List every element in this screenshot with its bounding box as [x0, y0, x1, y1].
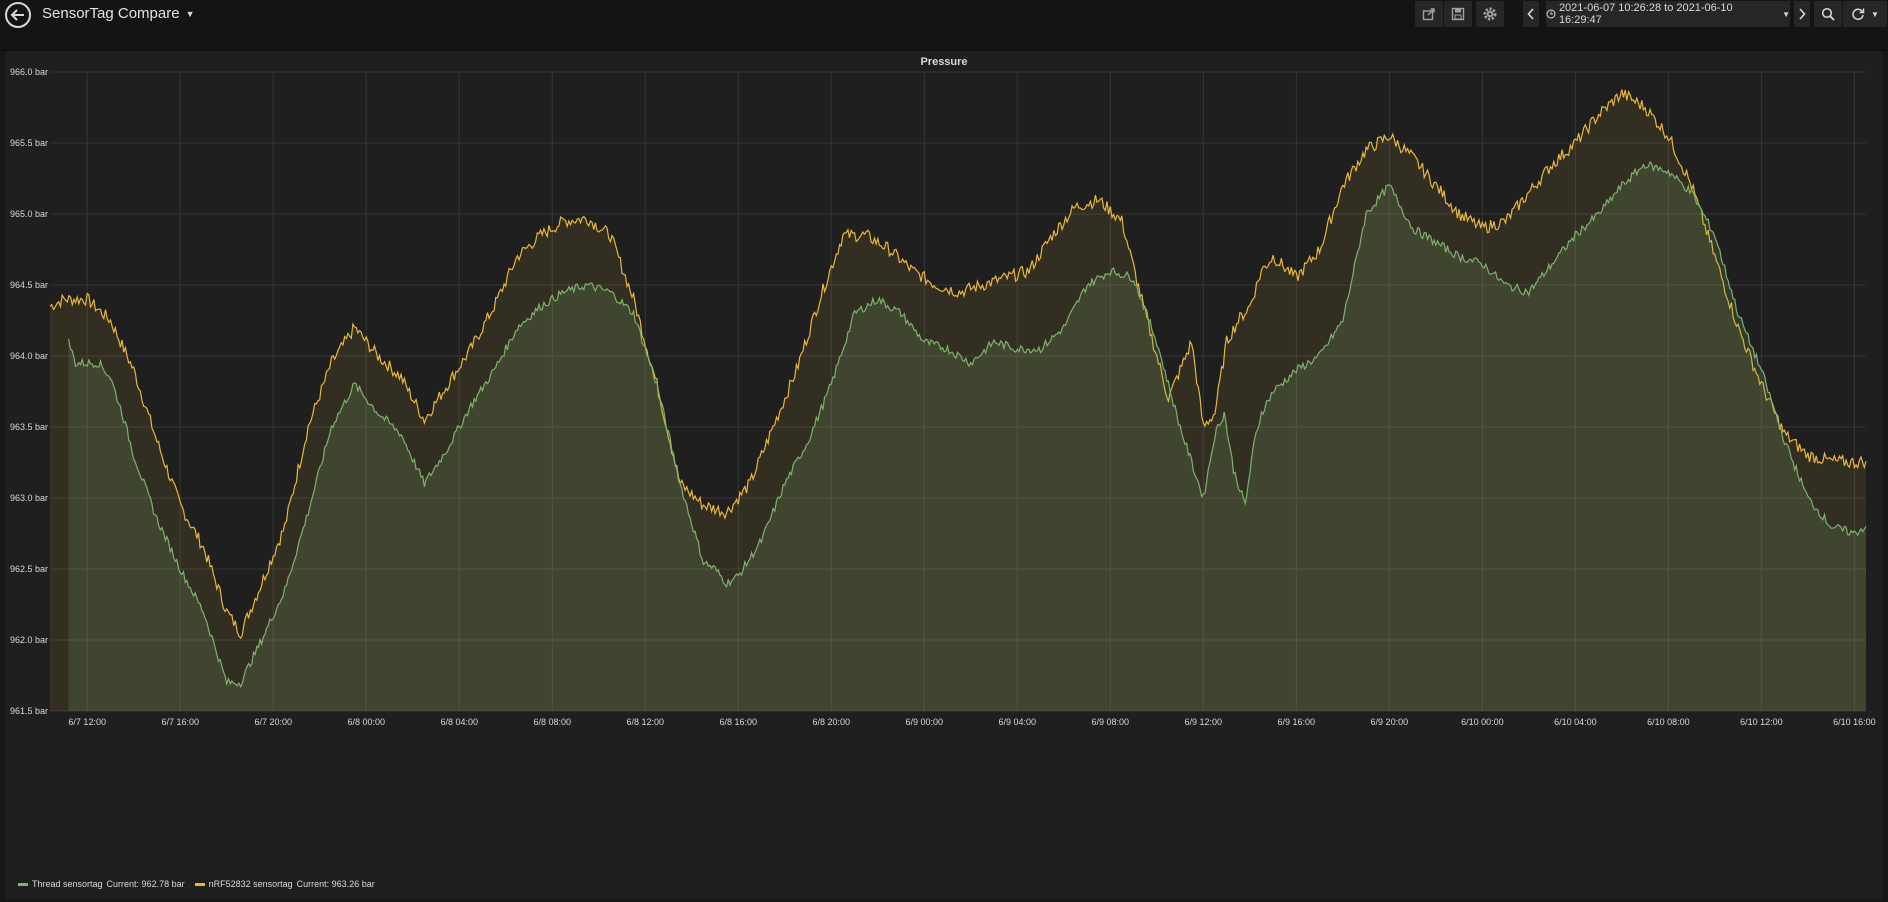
refresh-button[interactable]: ▼ [1843, 1, 1887, 27]
x-tick-label: 6/9 04:00 [999, 717, 1037, 727]
legend-current-value: Current: 962.78 bar [106, 879, 185, 889]
x-tick-label: 6/9 00:00 [906, 717, 944, 727]
x-tick-label: 6/10 04:00 [1554, 717, 1597, 727]
x-tick-label: 6/8 04:00 [440, 717, 478, 727]
y-tick-label: 965.0 bar [10, 209, 48, 219]
x-tick-label: 6/9 08:00 [1092, 717, 1130, 727]
x-tick-label: 6/7 16:00 [161, 717, 199, 727]
y-tick-label: 963.5 bar [10, 422, 48, 432]
x-tick-label: 6/7 12:00 [68, 717, 106, 727]
x-tick-label: 6/8 12:00 [626, 717, 664, 727]
dashboard-title-dropdown[interactable]: SensorTag Compare ▼ [42, 5, 195, 22]
y-tick-label: 961.5 bar [10, 706, 48, 716]
share-icon [1422, 8, 1435, 21]
legend-item-thread[interactable]: Thread sensortag Current: 962.78 bar [18, 879, 185, 889]
clock-icon [1546, 9, 1556, 19]
zoom-out-icon [1821, 7, 1835, 21]
x-tick-label: 6/7 20:00 [254, 717, 292, 727]
legend-series-name: nRF52832 sensortag [208, 879, 293, 889]
x-tick-label: 6/9 20:00 [1371, 717, 1409, 727]
zoom-out-button[interactable] [1814, 1, 1842, 27]
dashboard-title: SensorTag Compare [42, 5, 180, 22]
settings-icon [1483, 7, 1497, 21]
y-tick-label: 966.0 bar [10, 67, 48, 77]
x-tick-label: 6/9 16:00 [1278, 717, 1316, 727]
legend-current-value: Current: 963.26 bar [296, 879, 375, 889]
chevron-right-icon [1799, 8, 1806, 20]
caret-down-icon: ▼ [1782, 9, 1790, 19]
y-tick-label: 964.0 bar [10, 351, 48, 361]
top-navbar: SensorTag Compare▼ 2021-06-07 10:26:28 [0, 0, 1888, 51]
caret-down-icon: ▼ [1871, 9, 1879, 19]
settings-button[interactable] [1476, 1, 1504, 27]
time-shift-forward-button[interactable] [1794, 1, 1810, 27]
series-area-0 [68, 161, 1867, 711]
time-shift-back-button[interactable] [1523, 1, 1539, 27]
legend-item-nrf[interactable]: nRF52832 sensortag Current: 963.26 bar [194, 879, 375, 889]
panel-edge [1878, 51, 1882, 899]
x-tick-label: 6/10 00:00 [1461, 717, 1504, 727]
x-tick-label: 6/9 12:00 [1185, 717, 1223, 727]
x-tick-label: 6/10 12:00 [1740, 717, 1783, 727]
x-tick-label: 6/10 16:00 [1833, 717, 1876, 727]
pressure-chart[interactable]: 966.0 bar 965.5 bar 965.0 bar 964.5 bar 964.… [6, 51, 1882, 899]
chevron-left-icon [1527, 8, 1534, 20]
x-tick-label: 6/8 16:00 [719, 717, 757, 727]
refresh-icon [1852, 8, 1865, 21]
arrow-left-icon [10, 9, 24, 21]
legend-series-name: Thread sensortag [32, 879, 103, 889]
y-tick-label: 962.0 bar [10, 635, 48, 645]
y-tick-label: 963.0 bar [10, 493, 48, 503]
y-tick-label: 962.5 bar [10, 564, 48, 574]
y-tick-label: 964.5 bar [10, 280, 48, 290]
time-range-picker[interactable]: 2021-06-07 10:26:28 to 2021-06-10 16:29:… [1546, 1, 1790, 27]
back-button[interactable] [5, 2, 31, 28]
save-button[interactable] [1444, 1, 1472, 27]
y-tick-label: 965.5 bar [10, 138, 48, 148]
legend-swatch-green [18, 882, 28, 886]
time-range-text: 2021-06-07 10:26:28 to 2021-06-10 16:29:… [1558, 2, 1733, 26]
x-tick-label: 6/8 20:00 [813, 717, 851, 727]
chart-legend: Thread sensortag Current: 962.78 bar nRF… [18, 877, 375, 891]
save-icon [1451, 7, 1465, 21]
caret-down-icon: ▼ [185, 9, 195, 20]
legend-swatch-yellow [194, 882, 205, 886]
share-button[interactable] [1415, 1, 1443, 27]
graph-panel: Pressure 966.0 bar 965.5 bar 965.0 bar 964.… [6, 51, 1882, 899]
x-tick-label: 6/10 08:00 [1647, 717, 1690, 727]
x-tick-label: 6/8 00:00 [347, 717, 385, 727]
x-tick-label: 6/8 08:00 [533, 717, 571, 727]
